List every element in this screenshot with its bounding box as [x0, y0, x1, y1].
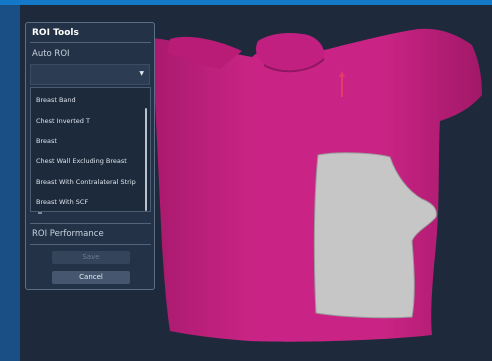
list-item-chest-wall-excluding-breast[interactable]: Chest Wall Excluding Breast	[36, 157, 127, 165]
caret-down-icon: ▼	[139, 70, 144, 77]
save-button[interactable]: Save	[52, 251, 130, 264]
list-item-chest-inverted-t[interactable]: Chest Inverted T	[36, 117, 90, 125]
list-scrollbar[interactable]	[145, 108, 147, 211]
cancel-button[interactable]: Cancel	[52, 271, 130, 284]
list-item-breast-with-scf[interactable]: Breast With SCF	[36, 198, 88, 206]
divider	[30, 42, 151, 43]
list-item-breast[interactable]: Breast	[36, 137, 57, 145]
auto-roi-dropdown[interactable]: ▼	[30, 64, 150, 85]
list-item-breast-with-contralateral-strip[interactable]: Breast With Contralateral Strip	[36, 178, 136, 186]
list-item-breast-band[interactable]: Breast Band	[36, 96, 76, 104]
collapsed-marker	[38, 212, 42, 214]
divider	[30, 244, 151, 245]
neck-shape	[256, 33, 325, 70]
auto-roi-options-list[interactable]: Breast Band Chest Inverted T Breast Ches…	[30, 87, 151, 212]
roi-tools-panel: ROI Tools Auto ROI ▼ Breast Band Chest I…	[25, 22, 155, 290]
left-rail	[0, 5, 20, 361]
panel-title: ROI Tools	[32, 28, 79, 38]
auto-roi-label: Auto ROI	[32, 49, 70, 59]
divider	[30, 223, 151, 224]
roi-performance-label[interactable]: ROI Performance	[32, 229, 104, 239]
